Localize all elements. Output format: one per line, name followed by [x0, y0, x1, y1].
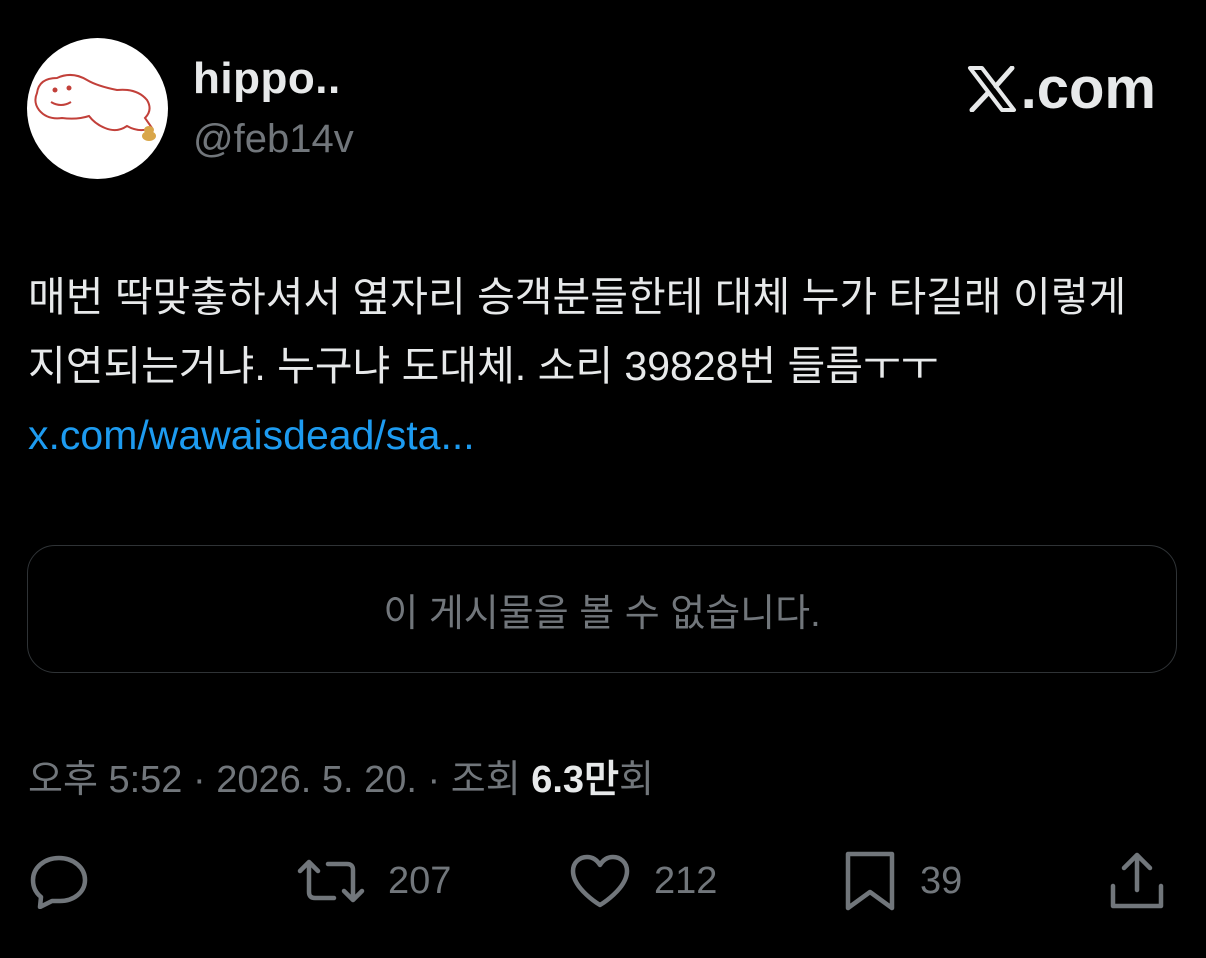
tweet-meta: 오후 5:52 · 2026. 5. 20. · 조회 6.3만회 — [28, 748, 654, 803]
share-icon — [1110, 852, 1164, 909]
retweet-count: 207 — [388, 859, 452, 902]
retweet-button[interactable]: 207 — [296, 846, 451, 916]
hippo-drawing-icon — [34, 74, 156, 141]
author-handle[interactable]: @feb14v — [193, 117, 354, 162]
share-button[interactable] — [1108, 846, 1166, 916]
views-count: 6.3만 — [531, 759, 620, 801]
quoted-post-card: 이 게시물을 볼 수 없습니다. — [27, 545, 1177, 673]
views-suffix: 회 — [619, 759, 654, 801]
bookmark-button[interactable]: 39 — [842, 846, 962, 916]
x-logo-icon — [967, 65, 1016, 112]
heart-icon — [570, 854, 630, 908]
brand-domain: .com — [1020, 56, 1156, 121]
action-bar: 207 212 39 — [0, 846, 1206, 916]
views-label: 조회 — [450, 759, 532, 801]
tweet-link[interactable]: x.com/wawaisdead/sta... — [28, 412, 475, 458]
meta-separator: · — [182, 759, 217, 801]
bookmark-icon — [845, 851, 895, 911]
author-display-name[interactable]: hippo.. — [193, 54, 341, 104]
reply-button[interactable] — [28, 846, 112, 916]
tweet-date[interactable]: 2026. 5. 20. — [216, 759, 417, 801]
unavailable-message: 이 게시물을 볼 수 없습니다. — [383, 592, 821, 635]
tweet-body: 매번 딱맞춯하셔서 옆자리 승객분들한테 대체 누가 타길래 이렇게 지연되는거… — [28, 263, 1178, 470]
meta-separator: · — [416, 759, 451, 801]
bookmark-count: 39 — [920, 859, 963, 902]
like-count: 212 — [654, 859, 718, 902]
reply-icon — [30, 855, 88, 909]
avatar[interactable] — [27, 38, 168, 179]
tweet-time[interactable]: 오후 5:52 — [28, 759, 182, 801]
retweet-icon — [297, 859, 365, 903]
like-button[interactable]: 212 — [568, 846, 717, 916]
brand-logo: .com — [967, 55, 1156, 122]
tweet-text: 매번 딱맞춯하셔서 옆자리 승객분들한테 대체 누가 타길래 이렇게 지연되는거… — [28, 274, 1127, 389]
